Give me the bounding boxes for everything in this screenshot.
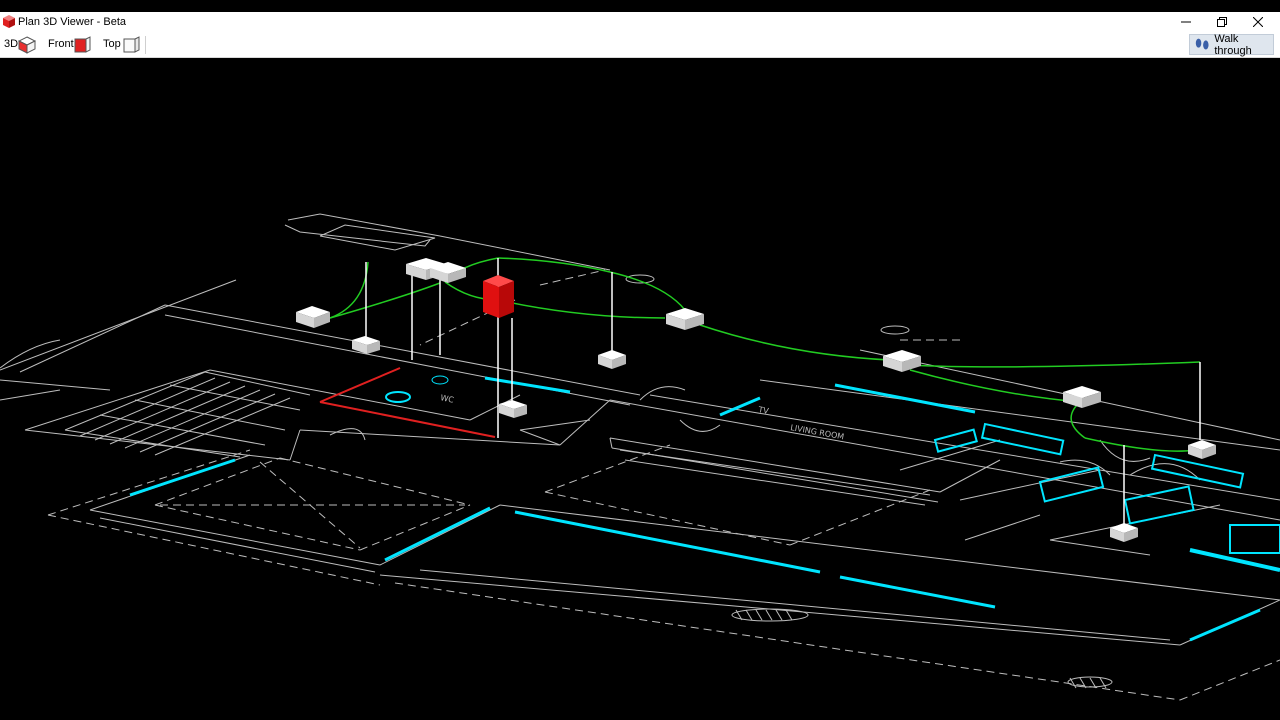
view-3d-label: 3D	[4, 38, 19, 50]
cube-front-icon	[74, 36, 91, 53]
toolbar: 3D Front Top Walk through	[0, 32, 1280, 58]
footprints-icon	[1195, 38, 1209, 50]
window-title: Plan 3D Viewer - Beta	[18, 16, 127, 28]
device-box[interactable]	[499, 400, 527, 418]
room-label-wc: WC	[440, 393, 455, 405]
view-front-label: Front	[48, 38, 74, 50]
cube-top-icon	[123, 36, 140, 53]
door-swings	[0, 274, 1201, 688]
floor-plan-dashed	[47, 269, 1280, 701]
close-icon	[1253, 17, 1263, 27]
minimize-icon	[1181, 21, 1191, 23]
device-box[interactable]	[1063, 386, 1101, 408]
device-box[interactable]	[598, 350, 626, 369]
device-box[interactable]	[352, 336, 380, 354]
title-bar: Plan 3D Viewer - Beta	[0, 12, 1280, 32]
cube-3d-icon	[18, 36, 36, 54]
view-3d-button[interactable]	[17, 35, 37, 55]
device-box[interactable]	[666, 308, 704, 330]
app-cube-icon	[3, 15, 15, 28]
red-walls	[319, 367, 496, 438]
top-strip	[0, 0, 1280, 12]
view-front-button[interactable]	[72, 35, 92, 55]
tv-label: TV	[757, 405, 770, 416]
view-top-label: Top	[103, 38, 121, 50]
walk-through-label: Walk through	[1214, 32, 1252, 57]
device-box[interactable]	[1188, 440, 1216, 459]
toolbar-separator	[145, 36, 146, 54]
walk-through-button[interactable]: Walk through	[1189, 32, 1274, 57]
device-box[interactable]	[296, 306, 330, 328]
device-box[interactable]	[883, 350, 921, 372]
3d-viewport[interactable]: WC LIVING ROOM TV	[0, 58, 1280, 720]
vent-hatches	[735, 609, 1107, 689]
restore-button[interactable]	[1204, 12, 1240, 32]
restore-icon	[1217, 17, 1227, 27]
selected-device[interactable]	[483, 275, 514, 318]
plan-3d-scene: WC LIVING ROOM TV	[0, 213, 1280, 701]
cyan-fixtures	[129, 375, 1280, 642]
device-box[interactable]	[1110, 523, 1138, 542]
close-button[interactable]	[1240, 12, 1276, 32]
view-top-button[interactable]	[121, 35, 141, 55]
minimize-button[interactable]	[1168, 12, 1204, 32]
